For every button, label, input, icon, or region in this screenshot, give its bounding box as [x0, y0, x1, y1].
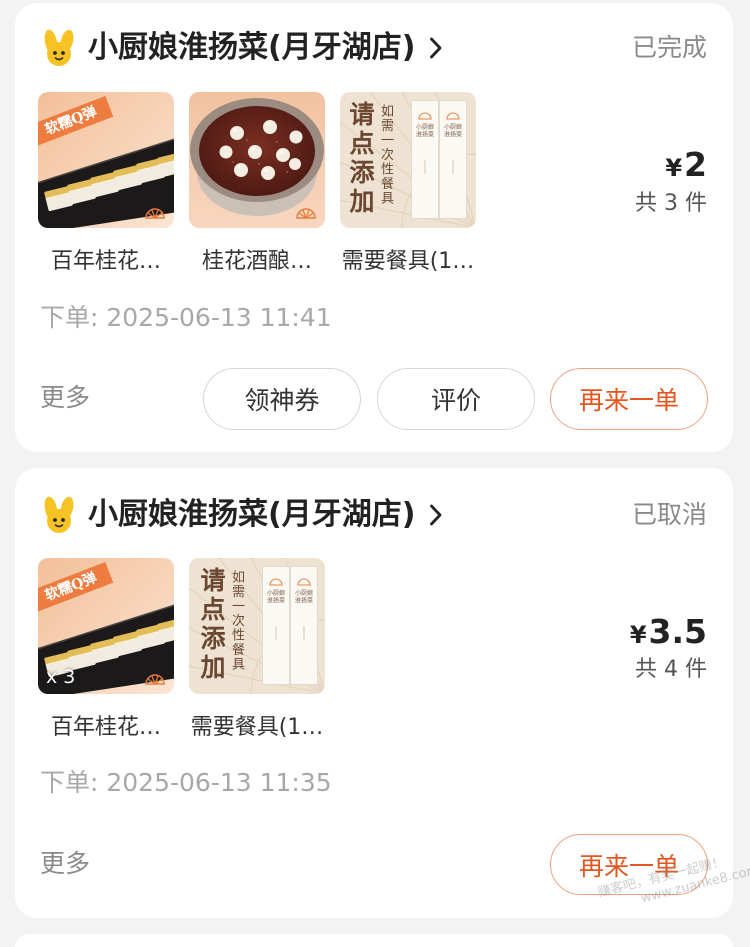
order-time: 下单: 2025-06-13 11:35	[40, 768, 332, 797]
store-name[interactable]: 小厨娘淮扬菜(月牙湖店)	[88, 494, 415, 536]
product-thumb-utensils[interactable]: 小厨娘 淮扬菜 小厨娘 淮扬菜 请点添加 如需一次性餐具	[340, 92, 476, 228]
item-name: 需要餐具(1…	[341, 249, 475, 274]
reorder-button[interactable]: 再来一单	[550, 368, 708, 430]
item-name: 百年桂花…	[50, 249, 161, 274]
more-button[interactable]: 更多	[40, 380, 90, 416]
product-thumb-rice-wine-soup[interactable]	[189, 92, 325, 228]
store-header-link[interactable]: 小厨娘淮扬菜(月牙湖店)	[42, 27, 443, 69]
chevron-right-icon[interactable]	[429, 503, 443, 527]
store-header-link[interactable]: 小厨娘淮扬菜(月牙湖店)	[42, 494, 443, 536]
currency-symbol: ¥	[629, 621, 647, 649]
product-thumb-utensils[interactable]: 小厨娘 淮扬菜 小厨娘 淮扬菜 请点添加 如需一次性餐具	[189, 558, 325, 694]
item-name: 百年桂花…	[50, 715, 161, 740]
store-logo-icon[interactable]	[42, 29, 76, 67]
packet-brand-text: 小厨娘	[295, 589, 313, 597]
chopstick-packets: 小厨娘 淮扬菜 小厨娘 淮扬菜	[411, 100, 467, 219]
item-count: 共 3 件	[635, 191, 707, 216]
utensils-subheading: 如需一次性餐具	[229, 570, 244, 672]
review-button[interactable]: 评价	[377, 368, 535, 430]
store-name[interactable]: 小厨娘淮扬菜(月牙湖店)	[88, 27, 415, 69]
order-status: 已完成	[631, 33, 707, 62]
get-coupon-button[interactable]: 领神券	[203, 368, 361, 430]
more-button[interactable]: 更多	[40, 846, 90, 882]
packet-brand-text: 小厨娘	[444, 123, 462, 131]
packet-brand-text: 淮扬菜	[295, 597, 313, 605]
order-time: 下单: 2025-06-13 11:41	[40, 303, 332, 332]
utensils-heading: 请点添加	[346, 101, 375, 217]
currency-symbol: ¥	[665, 154, 683, 182]
order-card[interactable]: 小厨娘淮扬菜(月牙湖店) 已完成 软糯Q弹 小厨娘 淮扬菜 小厨娘 淮扬菜 请点…	[15, 3, 733, 452]
product-thumb-rice-cake[interactable]: 软糯Q弹 x 3	[38, 558, 174, 694]
price-value: 2	[684, 145, 707, 184]
rice-wine-soup-photo	[189, 92, 325, 228]
chevron-right-icon[interactable]	[429, 36, 443, 60]
price-value: 3.5	[648, 612, 707, 651]
store-logo-icon[interactable]	[42, 496, 76, 534]
order-total: ¥ 2	[665, 145, 707, 185]
packet-brand-text: 小厨娘	[267, 589, 285, 597]
chopstick-packets: 小厨娘 淮扬菜 小厨娘 淮扬菜	[262, 566, 318, 685]
packet-brand-text: 淮扬菜	[444, 131, 462, 139]
item-name: 需要餐具(1…	[190, 715, 324, 740]
quantity-badge: x 3	[46, 666, 76, 688]
order-total: ¥ 3.5	[630, 612, 707, 652]
packet-brand-text: 小厨娘	[416, 123, 434, 131]
packet-brand-text: 淮扬菜	[267, 597, 285, 605]
order-card[interactable]: 小厨娘淮扬菜(月牙湖店) 已取消 软糯Q弹 x 3 小厨娘 淮扬菜 小厨娘 淮扬…	[15, 468, 733, 918]
product-thumb-rice-cake[interactable]: 软糯Q弹	[38, 92, 174, 228]
item-count: 共 4 件	[635, 657, 707, 682]
packet-brand-text: 淮扬菜	[416, 131, 434, 139]
utensils-heading: 请点添加	[197, 567, 226, 683]
utensils-subheading: 如需一次性餐具	[378, 104, 393, 206]
order-status: 已取消	[631, 500, 707, 529]
order-card-partial[interactable]	[15, 934, 733, 947]
item-name: 桂花酒酿…	[201, 249, 312, 274]
